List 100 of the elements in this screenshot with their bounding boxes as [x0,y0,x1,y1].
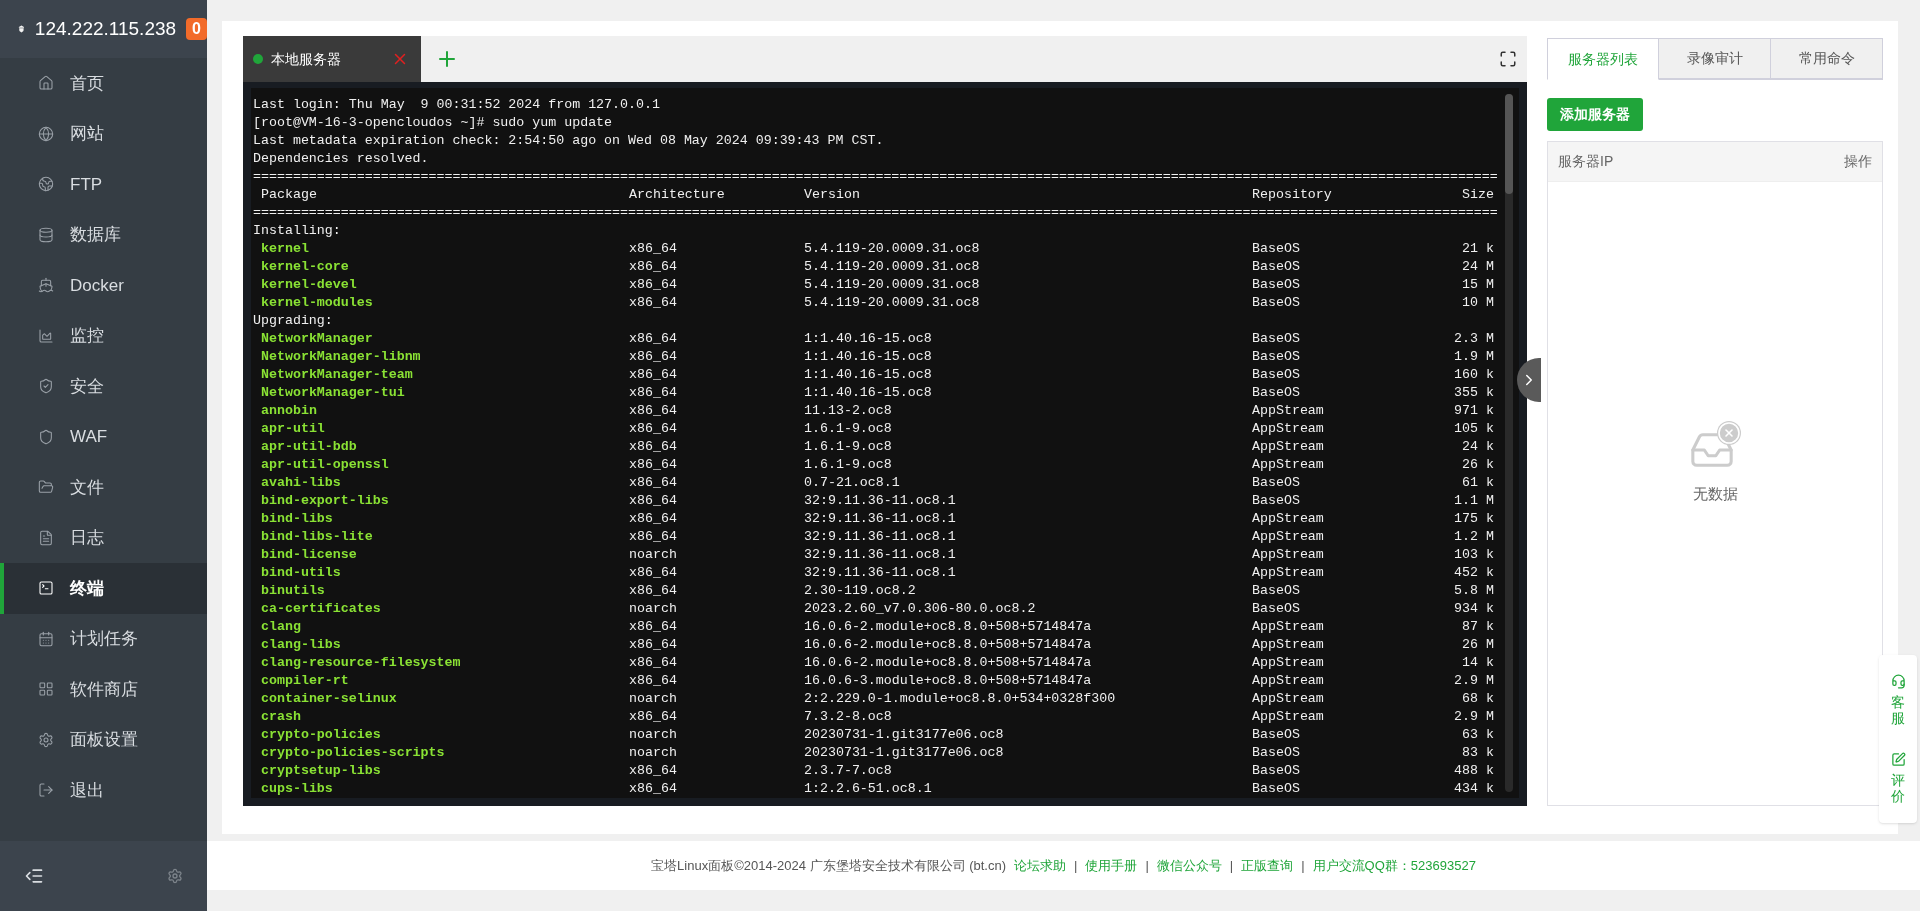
sidebar-item[interactable]: 软件商店 [0,664,207,715]
version: 1:1.40.16-15.oc8 [804,348,932,366]
repository: BaseOS [1252,384,1300,402]
sidebar-item[interactable]: 计划任务 [0,613,207,664]
logout-icon [38,782,54,799]
sidebar-item[interactable]: FTP [0,159,207,210]
shield-icon [38,428,54,445]
repository: AppStream [1252,528,1324,546]
repository: BaseOS [1252,582,1300,600]
package-name: kernel-modules [260,294,373,312]
package-size: 83 k [1462,744,1494,762]
package-size: 175 k [1454,510,1494,528]
package-name: crypto-policies-scripts [260,744,445,762]
version: 1.6.1-9.oc8 [804,420,892,438]
calendar-icon [38,630,54,647]
repository: BaseOS [1252,474,1300,492]
version: 16.0.6-3.module+oc8.8.0+508+5714847a [804,672,1092,690]
collapse-menu-icon[interactable] [24,866,44,886]
scrollbar[interactable] [1505,94,1513,792]
sidebar-item[interactable]: 网站 [0,108,207,159]
fullscreen-icon[interactable] [1499,50,1517,68]
table-header: 操作 [1844,152,1872,171]
sidebar-item[interactable]: 终端 [0,563,207,614]
separator: | [1074,856,1078,875]
server-ip: 124.222.115.238 [34,16,177,41]
package-size: 103 k [1454,546,1494,564]
version: 11.13-2.oc8 [804,402,892,420]
version: 5.4.119-20.0009.31.oc8 [804,276,980,294]
architecture: x86_64 [629,366,677,384]
version: 16.0.6-2.module+oc8.8.0+508+5714847a [804,618,1092,636]
document-icon [38,529,54,546]
repository: AppStream [1252,438,1324,456]
settings-icon[interactable] [167,868,183,884]
version: 32:9.11.36-11.oc8.1 [804,528,956,546]
package-name: apr-util-bdb [260,438,357,456]
repository: BaseOS [1252,600,1300,618]
architecture: x86_64 [629,762,677,780]
sidebar-item[interactable]: 退出 [0,765,207,816]
architecture: x86_64 [629,240,677,258]
package-name: bind-export-libs [260,492,389,510]
terminal-line: Dependencies resolved. [253,150,430,168]
package-size: 2.9 M [1454,708,1494,726]
package-name: cups-libs [260,780,333,798]
architecture: x86_64 [629,330,677,348]
sidebar-item[interactable]: 面板设置 [0,714,207,765]
architecture: x86_64 [629,510,677,528]
architecture: x86_64 [629,348,677,366]
grid-icon [38,681,54,698]
terminal-separator: ============================================================================================================================================================ [253,168,1499,186]
sidebar-item[interactable]: 日志 [0,512,207,563]
panel-tab[interactable]: 录像审计 [1659,38,1771,79]
package-size: 355 k [1454,384,1494,402]
sidebar-item[interactable]: 文件 [0,462,207,513]
package-size: 1.1 M [1454,492,1494,510]
architecture: x86_64 [629,582,677,600]
version: 32:9.11.36-11.oc8.1 [804,492,956,510]
sidebar-item[interactable]: Docker [0,260,207,311]
package-name: bind-license [260,546,357,564]
panel-tab[interactable]: 常用命令 [1771,38,1883,79]
sidebar-item[interactable]: 数据库 [0,209,207,260]
session-tab[interactable]: 本地服务器 [243,36,421,82]
repository: AppStream [1252,420,1324,438]
version: 20230731-1.git3177e06.oc8 [804,726,1004,744]
version: 2023.2.60_v7.0.306-80.0.oc8.2 [804,600,1036,618]
section-label: Installing: [253,222,342,240]
package-size: 63 k [1462,726,1494,744]
repository: AppStream [1252,690,1324,708]
sidebar-item[interactable]: 安全 [0,361,207,412]
package-name: kernel-devel [260,276,357,294]
version: 1.6.1-9.oc8 [804,438,892,456]
column-header: Package [260,186,318,204]
package-size: 105 k [1454,420,1494,438]
version: 2:2.229.0-1.module+oc8.8.0+534+0328f300 [804,690,1116,708]
package-name: compiler-rt [260,672,349,690]
package-name: ca-certificates [260,600,381,618]
architecture: x86_64 [629,636,677,654]
sidebar-item[interactable]: 监控 [0,310,207,361]
terminal-icon [38,580,54,597]
column-header: Architecture [629,186,726,204]
package-name: apr-util [260,420,325,438]
version: 16.0.6-2.module+oc8.8.0+508+5714847a [804,636,1092,654]
architecture: x86_64 [629,528,677,546]
empty-message: 无数据 [1692,484,1738,505]
column-header: Version [804,186,861,204]
separator: | [1145,856,1149,875]
package-size: 1.9 M [1454,348,1494,366]
version: 0.7-21.oc8.1 [804,474,900,492]
expand-panel-button[interactable] [1517,358,1541,402]
version: 5.4.119-20.0009.31.oc8 [804,240,980,258]
architecture: x86_64 [629,654,677,672]
terminal-line: Last login: Thu May 9 00:31:52 2024 from 127.0.0.1 [253,96,661,114]
architecture: noarch [629,726,677,744]
sidebar-item[interactable]: 首页 [0,58,207,109]
version: 1.6.1-9.oc8 [804,456,892,474]
repository: AppStream [1252,456,1324,474]
repository: BaseOS [1252,240,1300,258]
sidebar-item[interactable]: WAF [0,411,207,462]
package-size: 452 k [1454,564,1494,582]
version: 1:2.2.6-51.oc8.1 [804,780,932,798]
package-name: apr-util-openssl [260,456,389,474]
